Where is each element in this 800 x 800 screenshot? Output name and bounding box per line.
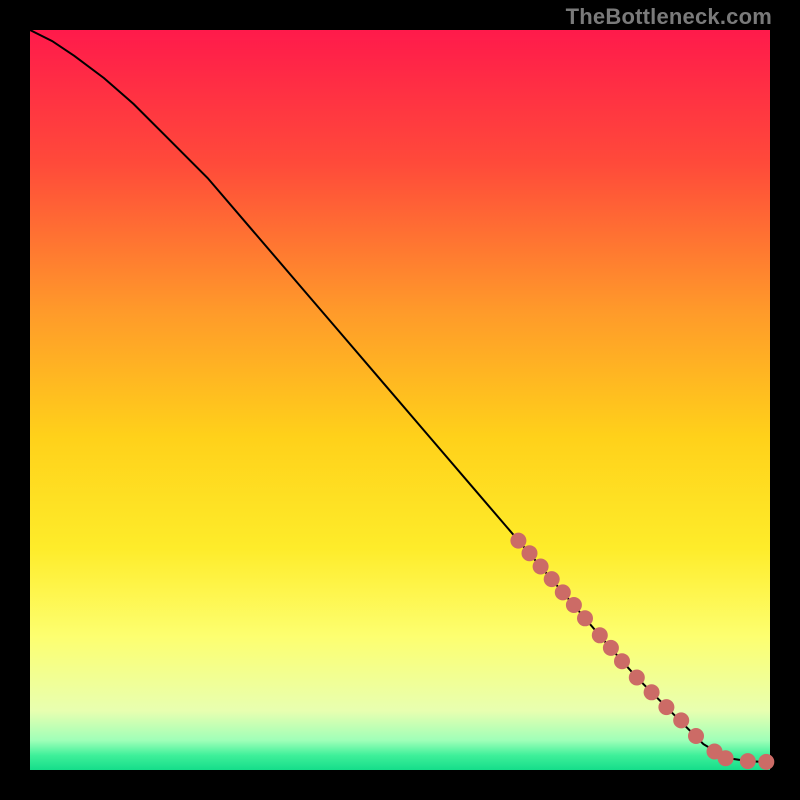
data-marker [673,712,689,728]
data-marker [629,670,645,686]
chart-canvas: TheBottleneck.com [0,0,800,800]
data-marker [533,559,549,575]
data-marker [658,699,674,715]
data-marker [544,571,560,587]
gradient-background [30,30,770,770]
data-marker [566,597,582,613]
watermark-label: TheBottleneck.com [566,4,772,30]
data-marker [758,754,774,770]
data-marker [510,533,526,549]
data-marker [577,610,593,626]
data-marker [603,640,619,656]
data-marker [614,653,630,669]
data-marker [718,750,734,766]
data-marker [592,627,608,643]
data-marker [522,545,538,561]
data-marker [688,728,704,744]
data-marker [644,684,660,700]
data-marker [740,753,756,769]
chart-plot [30,30,770,770]
data-marker [555,584,571,600]
